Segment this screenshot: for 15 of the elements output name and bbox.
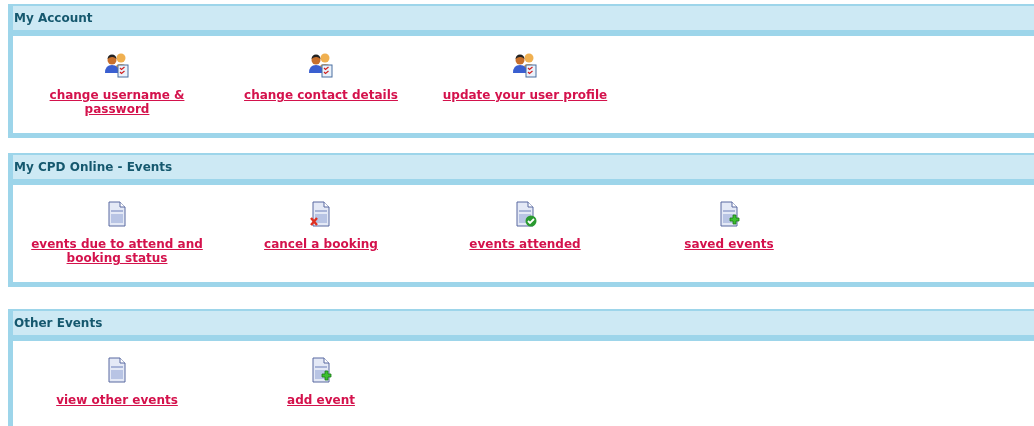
menu-link[interactable]: events due to attend and booking status (27, 237, 207, 265)
panel-title: Other Events (14, 316, 103, 330)
menu-link[interactable]: saved events (639, 237, 819, 251)
menu-link[interactable]: cancel a booking (231, 237, 411, 251)
menu-link[interactable]: events attended (435, 237, 615, 251)
panel-title: My Account (14, 11, 93, 25)
panel-title: My CPD Online - Events (14, 160, 173, 174)
users-checklist-icon[interactable] (308, 52, 334, 78)
users-checklist-icon[interactable] (104, 52, 130, 78)
menu-link[interactable]: change contact details (231, 88, 411, 102)
users-checklist-icon[interactable] (512, 52, 538, 78)
menu-link[interactable]: add event (231, 393, 411, 407)
menu-link[interactable]: view other events (27, 393, 207, 407)
menu-link[interactable]: change username & password (27, 88, 207, 116)
menu-link[interactable]: update your user profile (435, 88, 615, 102)
